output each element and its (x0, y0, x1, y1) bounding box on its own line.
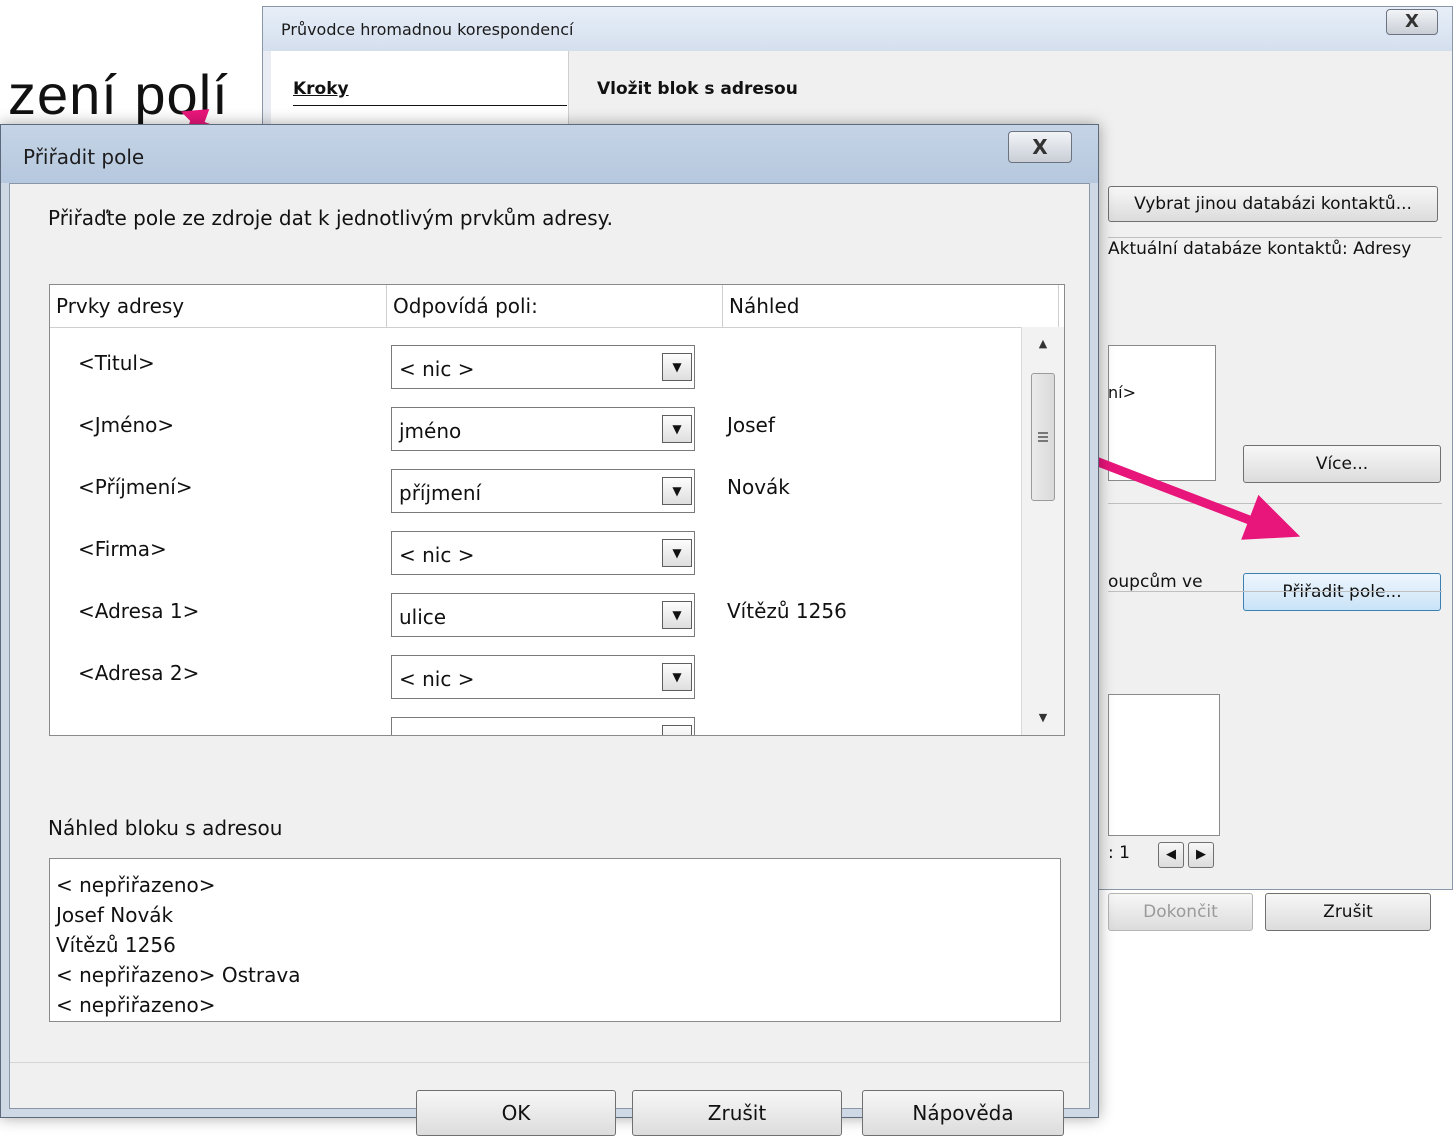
wizard-title: Průvodce hromadnou korespondencí (281, 20, 574, 39)
dropdown-arrow-icon[interactable]: ▼ (662, 353, 692, 381)
preview-value: Novák (727, 475, 790, 499)
table-row: <Jméno> jméno ▼ Josef (50, 397, 1018, 459)
scroll-down-icon[interactable]: ▼ (1022, 701, 1064, 735)
help-button[interactable]: Nápověda (862, 1090, 1064, 1136)
address-preview-box: < nepřiřazeno> Josef Novák Vítězů 1256 <… (49, 858, 1061, 1022)
dropdown-arrow-icon[interactable]: ▼ (662, 725, 692, 735)
dropdown-arrow-icon[interactable]: ▼ (662, 477, 692, 505)
address-element: <Jméno> (78, 413, 175, 437)
wizard-close-button[interactable]: X (1386, 9, 1438, 35)
address-block-preview (1108, 345, 1216, 481)
column-header-preview: Náhled (723, 285, 1059, 327)
preview-value: Vítězů 1256 (727, 599, 847, 623)
arrow-right-icon: ▶ (1196, 847, 1206, 862)
field-select-value: ulice (399, 605, 447, 629)
scroll-thumb[interactable] (1031, 373, 1055, 501)
arrow-left-icon: ◀ (1166, 847, 1176, 862)
document-counter: : 1 (1108, 843, 1130, 863)
dialog-titlebar: Přiřadit pole X (1, 125, 1098, 183)
dropdown-arrow-icon[interactable]: ▼ (662, 539, 692, 567)
section-heading: Vložit blok s adresou (597, 79, 798, 99)
preview-line: Josef Novák (56, 903, 174, 927)
address-preview-label: Náhled bloku s adresou (48, 816, 283, 840)
dialog-close-button[interactable]: X (1008, 131, 1072, 163)
steps-divider (293, 105, 567, 106)
ok-button[interactable]: OK (416, 1090, 616, 1136)
address-element: <Titul> (78, 351, 155, 375)
select-database-button[interactable]: Vybrat jinou databázi kontaktů... (1108, 186, 1438, 222)
field-select-value: příjmení (399, 481, 482, 505)
address-element: <Firma> (78, 537, 167, 561)
preview-line: < nepřiřazeno> (56, 873, 216, 897)
field-select[interactable]: jméno ▼ (391, 407, 695, 451)
preview-line: < nepřiřazeno> Ostrava (56, 963, 301, 987)
current-database-label: Aktuální databáze kontaktů: Adresy (1108, 239, 1412, 259)
preview-line: Vítězů 1256 (56, 933, 176, 957)
wizard-titlebar: Průvodce hromadnou korespondencí X (263, 7, 1452, 51)
field-mapping-grid: Prvky adresy Odpovídá poli: Náhled <Titu… (49, 284, 1065, 736)
table-row: <Adresa 1> ulice ▼ Vítězů 1256 (50, 583, 1018, 645)
field-select[interactable]: příjmení ▼ (391, 469, 695, 513)
address-element: <Adresa 1> (78, 599, 200, 623)
divider (1108, 591, 1442, 592)
field-select[interactable]: < nic > ▼ (391, 345, 695, 389)
dropdown-arrow-icon[interactable]: ▼ (662, 601, 692, 629)
dialog-body: Přiřaďte pole ze zdroje dat k jednotlivý… (9, 183, 1090, 1136)
instruction-text: Přiřaďte pole ze zdroje dat k jednotlivý… (48, 206, 613, 230)
wizard-cancel-button[interactable]: Zrušit (1265, 893, 1431, 931)
match-fields-button[interactable]: Přiřadit pole... (1243, 573, 1441, 611)
table-row-partial: ▼ (50, 707, 1018, 735)
grid-scrollbar[interactable]: ▲ ▼ (1021, 327, 1064, 735)
table-row: <Titul> < nic > ▼ (50, 335, 1018, 397)
finish-button: Dokončit (1108, 893, 1253, 931)
field-select[interactable]: ▼ (391, 717, 695, 735)
grip-icon (1038, 432, 1048, 442)
previous-document-button[interactable]: ◀ (1158, 842, 1184, 868)
field-select-value: < nic > (399, 543, 475, 567)
match-fields-label: oupcům ve (1108, 572, 1203, 592)
preview-line: < nepřiřazeno> (56, 993, 216, 1017)
next-document-button[interactable]: ▶ (1188, 842, 1214, 868)
table-row: <Příjmení> příjmení ▼ Novák (50, 459, 1018, 521)
cancel-button[interactable]: Zrušit (632, 1090, 842, 1136)
field-select-value: jméno (399, 419, 462, 443)
table-row: <Firma> < nic > ▼ (50, 521, 1018, 583)
field-select[interactable]: < nic > ▼ (391, 531, 695, 575)
grid-header: Prvky adresy Odpovídá poli: Náhled (50, 285, 1064, 328)
field-select-value: < nic > (399, 357, 475, 381)
address-block-preview-text: ní> (1108, 383, 1136, 402)
steps-heading: Kroky (293, 79, 349, 99)
dropdown-arrow-icon[interactable]: ▼ (662, 415, 692, 443)
divider (1108, 237, 1442, 238)
button-area-divider (10, 1062, 1089, 1063)
document-preview-box (1108, 694, 1220, 836)
field-select-value: < nic > (399, 667, 475, 691)
address-element: <Příjmení> (78, 475, 193, 499)
dialog-title: Přiřadit pole (23, 145, 145, 169)
address-element: <Adresa 2> (78, 661, 200, 685)
scroll-up-icon[interactable]: ▲ (1022, 327, 1064, 361)
field-select[interactable]: < nic > ▼ (391, 655, 695, 699)
dropdown-arrow-icon[interactable]: ▼ (662, 663, 692, 691)
more-button[interactable]: Více... (1243, 445, 1441, 483)
column-header-elements: Prvky adresy (50, 285, 387, 327)
table-row: <Adresa 2> < nic > ▼ (50, 645, 1018, 707)
field-select[interactable]: ulice ▼ (391, 593, 695, 637)
match-fields-dialog: Přiřadit pole X Přiřaďte pole ze zdroje … (0, 124, 1099, 1136)
preview-value: Josef (727, 413, 775, 437)
column-header-match: Odpovídá poli: (387, 285, 723, 327)
